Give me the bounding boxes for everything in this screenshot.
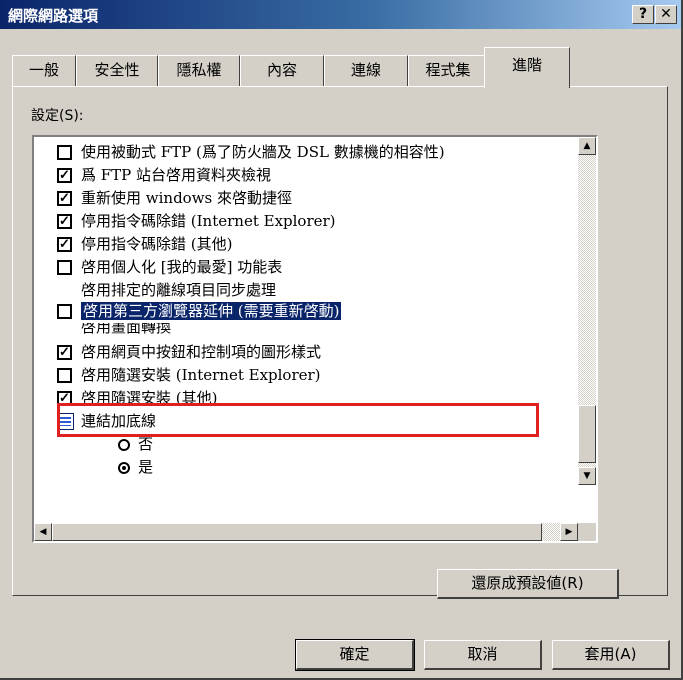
vertical-scrollbar[interactable]: ▲ ▼	[578, 137, 596, 485]
checkbox[interactable]	[57, 260, 72, 275]
tab-content[interactable]: 內容	[240, 55, 324, 87]
setting-third-party-extensions[interactable]: 啓用第三方瀏覽器延伸 (需要重新啓動)	[57, 300, 342, 323]
horizontal-scroll-thumb[interactable]	[52, 523, 542, 541]
tab-programs[interactable]: 程式集	[408, 55, 488, 87]
setting-ftp-folder-view[interactable]: ✓ 爲 FTP 站台啓用資料夾檢視	[57, 164, 271, 187]
checkbox-checked[interactable]: ✓	[57, 191, 72, 206]
tab-general[interactable]: 一般	[12, 55, 76, 87]
tab-connections[interactable]: 連線	[324, 55, 408, 87]
setting-graphic-controls[interactable]: ✓ 啓用網頁中按鈕和控制項的圖形樣式	[57, 341, 321, 364]
setting-reuse-windows[interactable]: ✓ 重新使用 windows 來啓動捷徑	[57, 187, 292, 210]
tab-advanced[interactable]: 進階	[484, 47, 570, 88]
vertical-scroll-thumb[interactable]	[578, 405, 596, 463]
checkbox[interactable]	[57, 304, 72, 319]
checkbox-checked[interactable]: ✓	[57, 345, 72, 360]
close-button[interactable]: ✕	[655, 5, 677, 24]
radio-button-selected[interactable]	[118, 461, 130, 474]
scroll-corner	[578, 523, 596, 541]
tab-privacy[interactable]: 隱私權	[158, 55, 240, 87]
settings-list[interactable]: 使用被動式 FTP (爲了防火牆及 DSL 數據機的相容性) ✓ 爲 FTP 站台…	[32, 135, 598, 543]
checkbox-checked[interactable]: ✓	[57, 168, 72, 183]
checkbox-checked[interactable]: ✓	[57, 237, 72, 252]
internet-options-dialog: 網際網路選項 ? ✕ 一般 安全性 隱私權 內容 連線 程式集 進階 設定(S)…	[0, 0, 683, 680]
radio-always[interactable]: 是	[118, 456, 153, 474]
scroll-down-button[interactable]: ▼	[578, 467, 596, 485]
setting-personalized-favorites[interactable]: 啓用個人化 [我的最愛] 功能表	[57, 256, 282, 279]
scroll-right-button[interactable]: ▶	[560, 523, 578, 541]
checkbox-checked[interactable]: ✓	[57, 214, 72, 229]
restore-defaults-button[interactable]: 還原成預設値(R)	[437, 569, 619, 599]
radio-button[interactable]	[118, 438, 130, 451]
setting-install-on-demand-ie[interactable]: 啓用隨選安裝 (Internet Explorer)	[57, 364, 321, 387]
advanced-panel: 設定(S): 使用被動式 FTP (爲了防火牆及 DSL 數據機的相容性) ✓ 爲…	[12, 86, 668, 599]
checkbox[interactable]	[57, 368, 72, 383]
setting-page-transitions[interactable]: ✓啓用畫面轉換	[81, 323, 171, 339]
window-title: 網際網路選項	[8, 7, 99, 25]
apply-button[interactable]: 套用(A)	[552, 640, 670, 670]
help-button[interactable]: ?	[632, 5, 654, 24]
cancel-button[interactable]: 取消	[424, 640, 542, 670]
horizontal-scrollbar[interactable]: ◀ ▶	[34, 523, 578, 541]
setting-offline-sync[interactable]: ✓啓用排定的離線項目同步處理	[81, 279, 276, 297]
setting-disable-script-debug-other[interactable]: ✓ 停用指令碼除錯 (其他)	[57, 233, 232, 256]
tab-security[interactable]: 安全性	[76, 55, 158, 87]
checkbox[interactable]	[57, 145, 72, 160]
annotation-highlight-box	[57, 403, 539, 437]
setting-passive-ftp[interactable]: 使用被動式 FTP (爲了防火牆及 DSL 數據機的相容性)	[57, 141, 445, 164]
setting-disable-script-debug-ie[interactable]: ✓ 停用指令碼除錯 (Internet Explorer)	[57, 210, 336, 233]
title-bar[interactable]: 網際網路選項 ? ✕	[0, 0, 681, 29]
settings-label: 設定(S):	[31, 108, 84, 124]
ok-button[interactable]: 確定	[295, 639, 415, 671]
scroll-up-button[interactable]: ▲	[578, 137, 596, 155]
scroll-left-button[interactable]: ◀	[34, 523, 52, 541]
